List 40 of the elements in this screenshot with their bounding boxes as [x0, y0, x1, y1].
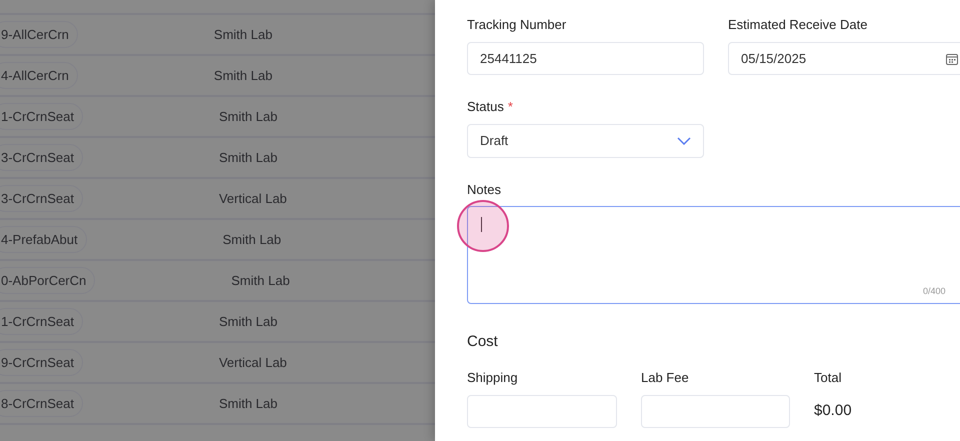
lab-name: Vertical Lab [218, 190, 287, 208]
total-amount: $0.00 [814, 401, 852, 421]
field-label: Notes [467, 182, 502, 198]
touch-indicator [457, 200, 509, 252]
date-field[interactable]: 05/15/2025 [728, 42, 960, 75]
field-label: Estimated Receive Date [728, 17, 868, 33]
chevron-down-icon [677, 137, 691, 145]
code-tag: 4-PrefabAbut [0, 226, 87, 254]
code-tag: 3-CrCrnSeat [0, 144, 83, 172]
lab-name: Vertical Lab [218, 354, 287, 372]
text-cursor [481, 217, 482, 232]
field-label: Shipping [467, 370, 519, 386]
shipping-field[interactable] [467, 395, 617, 428]
field-label: Status * [467, 99, 514, 115]
tracking-number-field[interactable]: 25441125 [467, 42, 704, 75]
lab-name: Smith Lab [222, 230, 282, 249]
lab-fee-field[interactable] [641, 395, 790, 428]
code-tag: 1-CrCrnSeat [0, 102, 83, 130]
lab-name: Smith Lab [218, 108, 278, 126]
lab-name: Smith Lab [218, 148, 278, 167]
code-tag: 3-CrCrnSeat [0, 184, 83, 212]
status-select[interactable]: Draft [467, 124, 704, 158]
field-label: Lab Fee [641, 370, 690, 386]
lab-name: Smith Lab [231, 272, 290, 290]
code-tag: 1-CrCrnSeat [0, 308, 83, 336]
calendar-icon [946, 52, 958, 64]
code-tag: 9-AllCerCrn [0, 20, 78, 48]
code-tag: 9-CrCrnSeat [0, 348, 83, 376]
code-tag: 4-AllCerCrn [0, 62, 78, 90]
code-tag: 0-AbPorCerCn [0, 266, 96, 294]
character-counter: 0/400 [923, 284, 946, 298]
required-mark: * [508, 99, 513, 114]
field-label: Tracking Number [467, 17, 568, 33]
lab-name: Smith Lab [214, 26, 272, 44]
lab-name: Smith Lab [218, 312, 278, 331]
section-title: Cost [467, 332, 499, 352]
code-tag: 8-CrCrnSeat [0, 390, 83, 418]
lab-name: Smith Lab [218, 394, 278, 413]
lab-name: Smith Lab [214, 66, 272, 85]
field-label: Total [814, 370, 842, 386]
